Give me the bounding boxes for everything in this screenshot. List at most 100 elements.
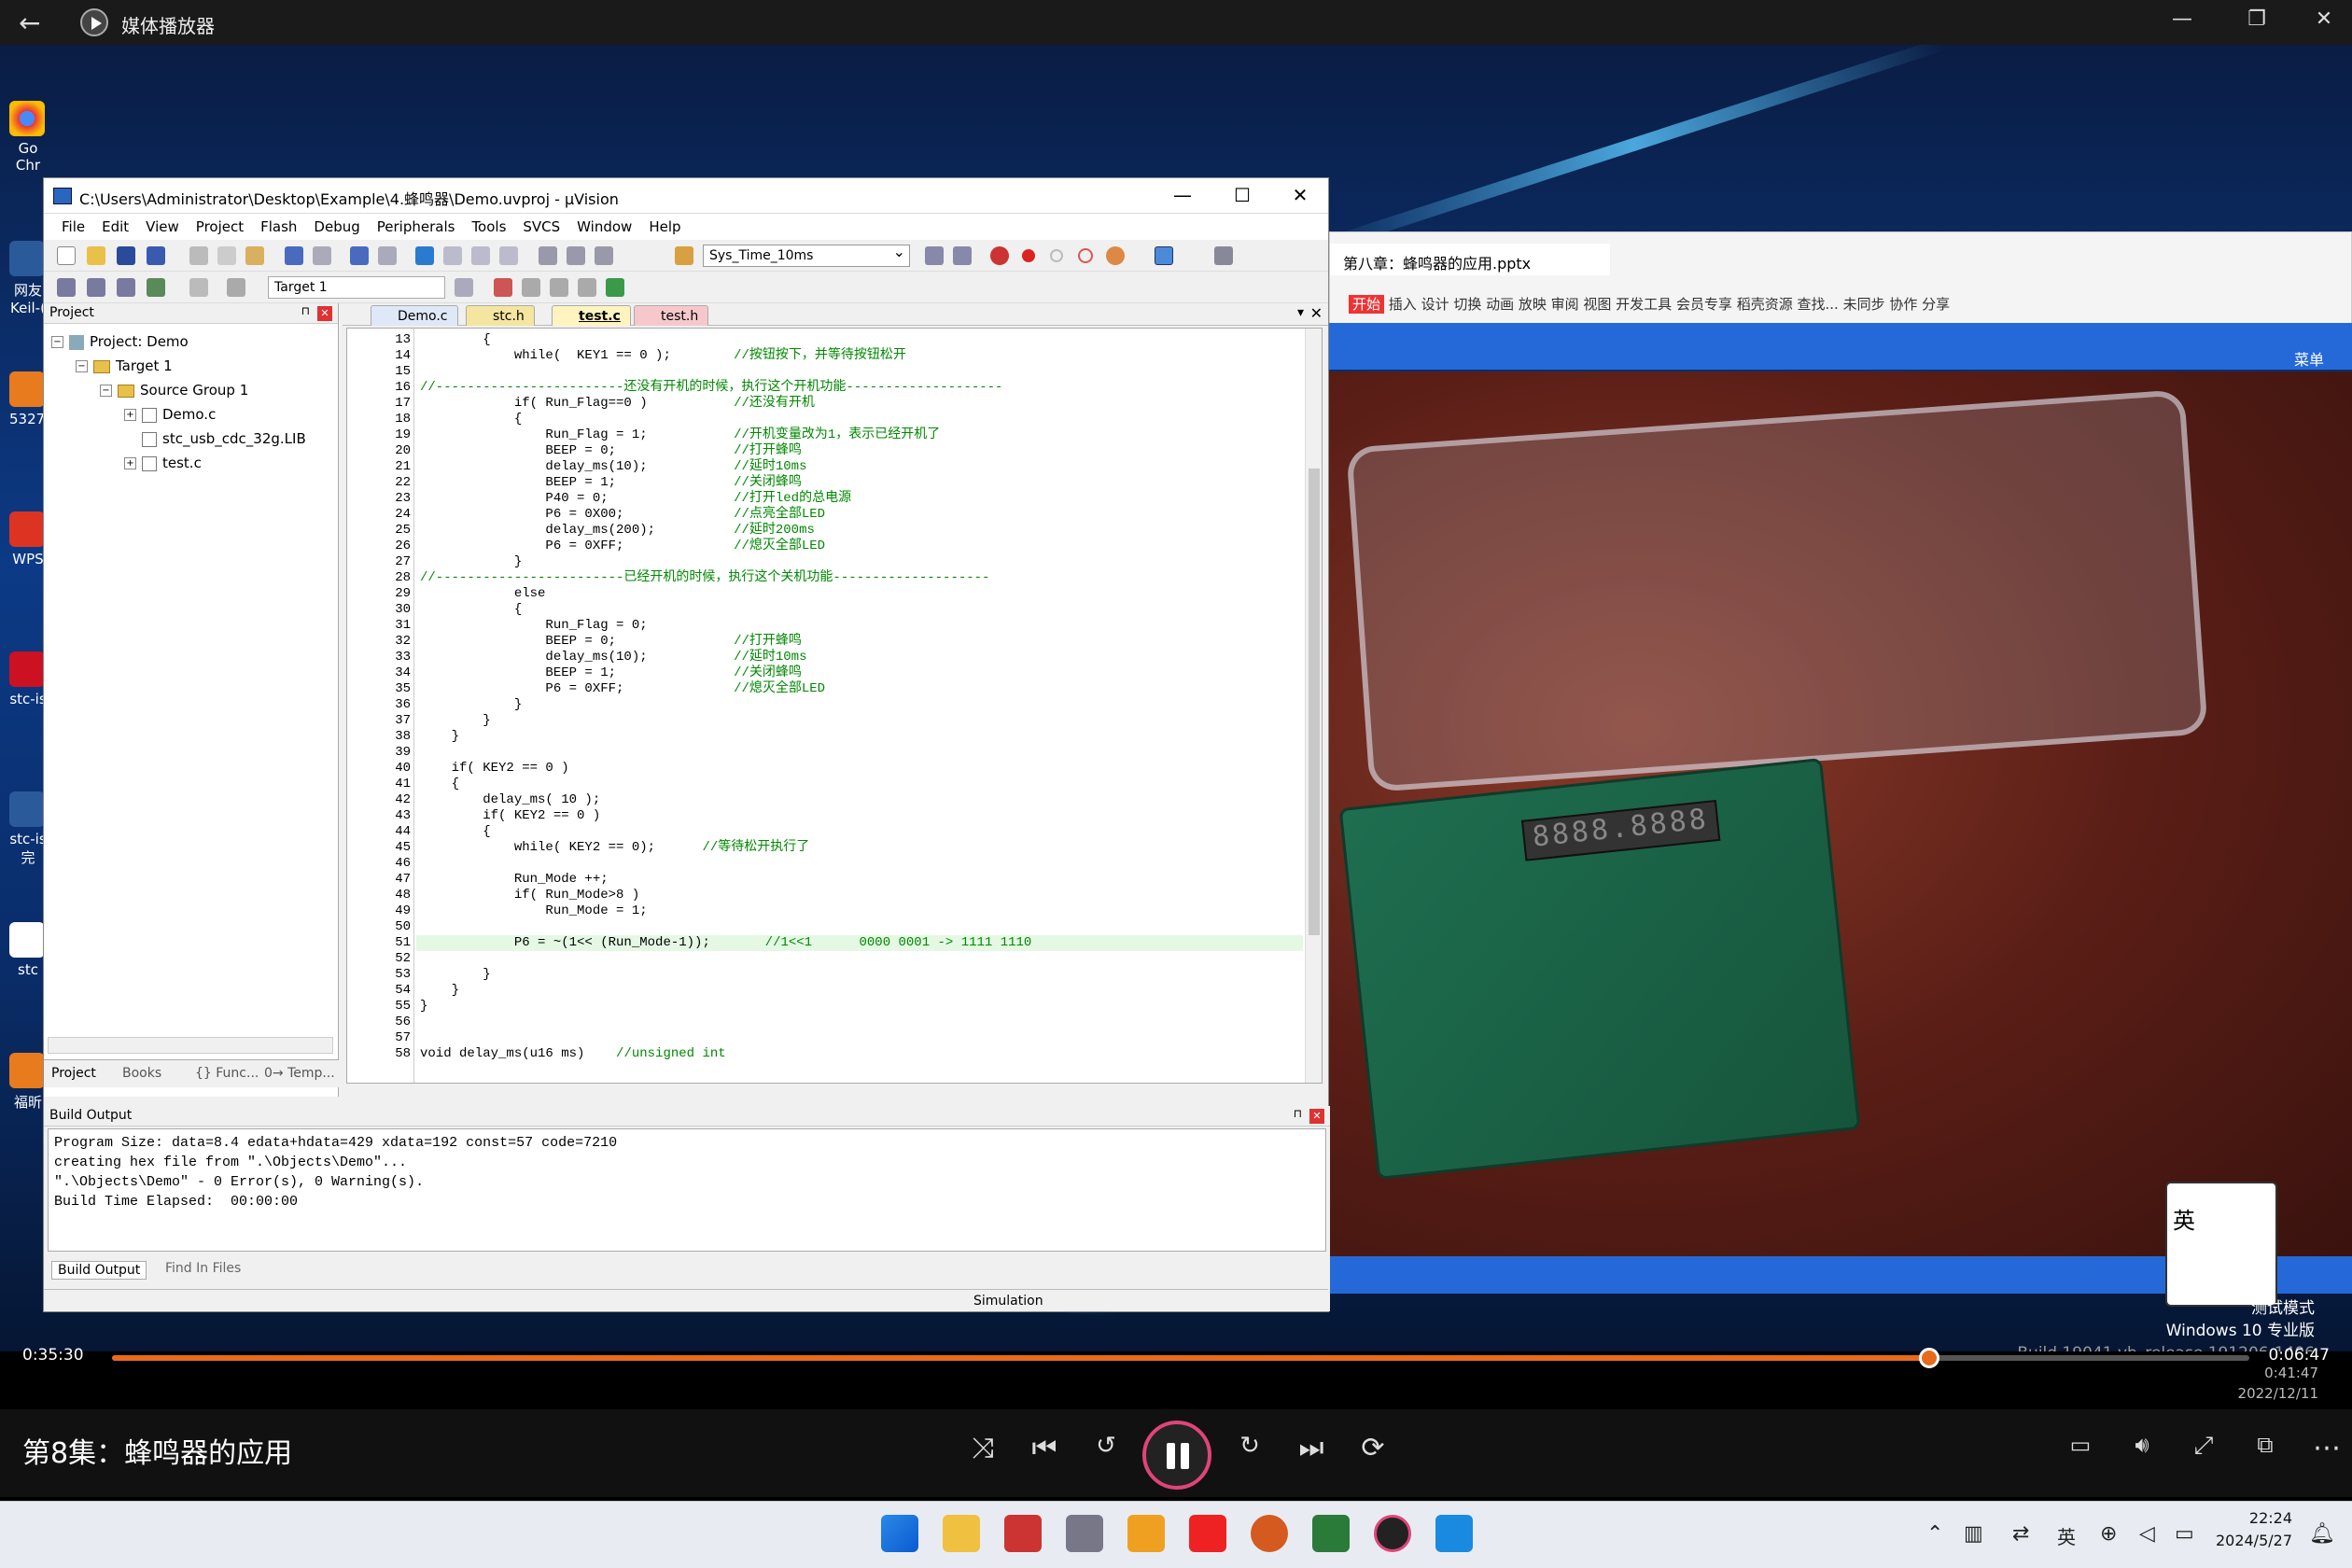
keil-icon[interactable] <box>1312 1515 1350 1552</box>
file-explorer-icon[interactable] <box>943 1515 980 1552</box>
build-output-close-icon[interactable]: ✕ <box>1309 1109 1324 1124</box>
uv-minimize-icon[interactable]: — <box>1164 184 1201 206</box>
file-ext-icon[interactable] <box>522 278 540 297</box>
find-icon[interactable] <box>925 246 944 265</box>
breakpoint-clear-icon[interactable] <box>1078 248 1093 263</box>
function-select[interactable]: Sys_Time_10ms <box>703 243 910 267</box>
seek-bar[interactable]: 0:35:30 0:06:47 <box>0 1335 2352 1391</box>
tray-chevron-icon[interactable]: ⌃ <box>1926 1522 1943 1546</box>
tree-file-demo-c[interactable]: + Demo.c <box>124 406 216 423</box>
menu-debug[interactable]: Debug <box>305 218 368 235</box>
globe-icon[interactable]: ⊕ <box>2100 1522 2117 1546</box>
bookmark-icon[interactable] <box>415 246 434 265</box>
tab-books[interactable]: Books <box>122 1066 161 1081</box>
save-icon[interactable] <box>117 246 135 265</box>
new-file-icon[interactable] <box>57 246 76 265</box>
editor-vscroll-thumb[interactable] <box>1309 469 1320 935</box>
comment-icon[interactable] <box>595 246 613 265</box>
open-icon[interactable] <box>87 246 105 265</box>
desktop-icon-stc[interactable]: stc <box>9 922 47 978</box>
menu-svcs[interactable]: SVCS <box>514 218 568 235</box>
desktop-icon-foxit[interactable]: 福昕 <box>9 1053 47 1112</box>
project-hscroll[interactable] <box>48 1037 333 1054</box>
menu-help[interactable]: Help <box>640 218 689 235</box>
pin-icon[interactable]: ⊓ <box>301 304 310 317</box>
tab-project[interactable]: Project <box>51 1066 96 1081</box>
ppt-tab[interactable]: 第八章：蜂鸣器的应用.pptx <box>1330 244 1610 275</box>
volume-icon[interactable]: 🔊︎ <box>2121 1432 2163 1458</box>
bookmark-next-icon[interactable] <box>471 246 490 265</box>
mini-player-icon[interactable]: ⧉ <box>2244 1432 2287 1458</box>
tab-find-in-files[interactable]: Find In Files <box>165 1261 241 1276</box>
camera-menu[interactable]: 菜单 <box>2294 347 2324 370</box>
desktop-icon-wps[interactable]: WPS <box>9 511 47 567</box>
manage-components-icon[interactable] <box>494 278 512 297</box>
target-select[interactable]: Target 1 <box>268 276 445 299</box>
battery-icon[interactable]: ▭ <box>2175 1522 2194 1546</box>
nav-back-icon[interactable] <box>350 246 369 265</box>
editor-hscroll[interactable] <box>346 1084 1323 1100</box>
pack-installer-icon[interactable] <box>606 278 624 297</box>
packs-icon[interactable] <box>578 278 596 297</box>
notification-icon[interactable]: 🔔︎ <box>2309 1522 2335 1546</box>
debug-icon[interactable] <box>990 246 1009 265</box>
undo-icon[interactable] <box>285 246 303 265</box>
editor-close-icon[interactable]: ✕ <box>1310 304 1323 322</box>
stop-build-icon[interactable] <box>189 278 208 297</box>
close-icon[interactable]: ✕ <box>2305 7 2343 31</box>
config-icon[interactable] <box>1106 246 1125 265</box>
back-arrow-icon[interactable]: ← <box>19 7 40 38</box>
batch-build-icon[interactable] <box>147 278 165 297</box>
tab-test-c[interactable]: test.c <box>552 305 631 326</box>
copy-icon[interactable] <box>217 246 236 265</box>
menu-edit[interactable]: Edit <box>93 218 137 235</box>
pin-icon[interactable]: ⊓ <box>1294 1107 1302 1120</box>
tab-functions[interactable]: {} Func... <box>195 1066 259 1081</box>
tab-stc-h[interactable]: stc.h <box>466 305 535 326</box>
wrench-icon[interactable] <box>1214 246 1233 265</box>
find-files-icon[interactable] <box>953 246 972 265</box>
tab-demo-c[interactable]: Demo.c <box>371 305 458 326</box>
uv-close-icon[interactable]: ✕ <box>1281 184 1319 206</box>
start-icon[interactable] <box>881 1515 918 1552</box>
minimize-icon[interactable]: — <box>2163 7 2201 31</box>
shuffle-icon[interactable]: ⤨ <box>961 1432 1004 1464</box>
menu-flash[interactable]: Flash <box>252 218 305 235</box>
pause-button[interactable] <box>1142 1421 1211 1490</box>
tray-network-icon[interactable]: ⇄ <box>2012 1522 2029 1546</box>
tree-file-test-c[interactable]: + test.c <box>124 455 202 471</box>
target-options-icon[interactable] <box>455 278 473 297</box>
desktop-icon-keil[interactable]: 网友 Keil-( <box>9 241 47 316</box>
powerpoint-icon[interactable] <box>1251 1515 1288 1552</box>
ime-indicator[interactable]: 英 <box>2057 1522 2076 1549</box>
menu-tools[interactable]: Tools <box>463 218 514 235</box>
desktop-icon-chrome[interactable]: Go Chr <box>9 101 47 174</box>
tab-test-h[interactable]: test.h <box>634 305 709 326</box>
breakpoint-icon[interactable] <box>1022 249 1035 262</box>
menu-file[interactable]: File <box>53 218 93 235</box>
download-icon[interactable] <box>227 278 245 297</box>
paste-icon[interactable] <box>245 246 264 265</box>
speaker-icon[interactable]: ◁ <box>2139 1522 2155 1546</box>
nav-forward-icon[interactable] <box>378 246 397 265</box>
project-pane-close-icon[interactable]: ✕ <box>317 306 332 321</box>
youdao-icon[interactable] <box>1189 1515 1226 1552</box>
cut-icon[interactable] <box>189 246 208 265</box>
build-icon[interactable] <box>87 278 105 297</box>
menu-project[interactable]: Project <box>188 218 252 235</box>
redo-icon[interactable] <box>313 246 331 265</box>
more-icon[interactable]: ⋯ <box>2305 1432 2348 1464</box>
rebuild-icon[interactable] <box>117 278 135 297</box>
window-layout-icon[interactable] <box>1155 246 1173 265</box>
tab-list-icon[interactable]: ▾ <box>1297 305 1304 320</box>
next-icon[interactable]: ⏭ <box>1290 1432 1333 1464</box>
tray-app-icon[interactable]: ▥ <box>1964 1522 1983 1546</box>
video-frame[interactable]: Go Chr 网友 Keil-( 5327. WPS stc-is stc-is… <box>0 45 2352 1351</box>
media-player-taskbar-icon[interactable] <box>1374 1515 1411 1552</box>
seek-handle[interactable] <box>1918 1348 1939 1368</box>
code-editor[interactable]: 13 14 15 16 17 18 19 20 21 22 23 24 25 26 27 28 29 30 31 32… <box>346 328 1323 1084</box>
bookmark-prev-icon[interactable] <box>443 246 462 265</box>
wps-icon[interactable] <box>1127 1515 1165 1552</box>
remote-desktop-icon[interactable] <box>1435 1515 1473 1552</box>
desktop-icon-ppt[interactable]: 5327. <box>9 371 49 427</box>
